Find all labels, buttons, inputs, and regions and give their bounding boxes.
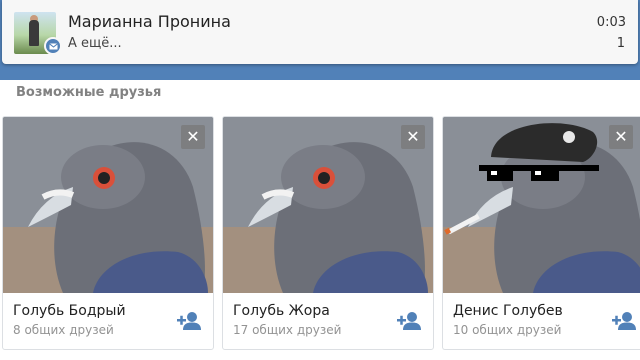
- section-title: Возможные друзья: [16, 85, 162, 100]
- close-icon[interactable]: ✕: [181, 125, 205, 149]
- add-friend-icon[interactable]: [177, 311, 203, 331]
- message-icon: [44, 37, 62, 55]
- notification-time: 0:03: [596, 15, 626, 30]
- add-friend-icon[interactable]: [397, 311, 423, 331]
- close-icon[interactable]: ✕: [609, 125, 633, 149]
- friend-photo: ✕: [3, 117, 213, 293]
- message-preview: А ещё...: [68, 36, 122, 51]
- add-friend-icon[interactable]: [612, 311, 638, 331]
- friend-name[interactable]: Денис Голубев: [453, 303, 563, 319]
- friend-card[interactable]: ✕ Голубь Бодрый 8 общих друзей: [2, 116, 214, 350]
- friend-name[interactable]: Голубь Жора: [233, 303, 330, 319]
- sender-name: Марианна Пронина: [68, 12, 231, 31]
- friend-photo: ✕: [443, 117, 640, 293]
- friend-photo: ✕: [223, 117, 433, 293]
- close-icon[interactable]: ✕: [401, 125, 425, 149]
- mutual-friends: 8 общих друзей: [13, 323, 114, 337]
- friend-name[interactable]: Голубь Бодрый: [13, 303, 126, 319]
- mutual-friends: 10 общих друзей: [453, 323, 562, 337]
- message-count: 1: [616, 36, 625, 51]
- friend-card[interactable]: ✕ Голубь Жора 17 общих друзей: [222, 116, 434, 350]
- message-notification[interactable]: Марианна Пронина А ещё... 0:03 1: [2, 0, 638, 64]
- mutual-friends: 17 общих друзей: [233, 323, 342, 337]
- friend-card[interactable]: ✕ Денис Голубев 10 общих друзей: [442, 116, 640, 350]
